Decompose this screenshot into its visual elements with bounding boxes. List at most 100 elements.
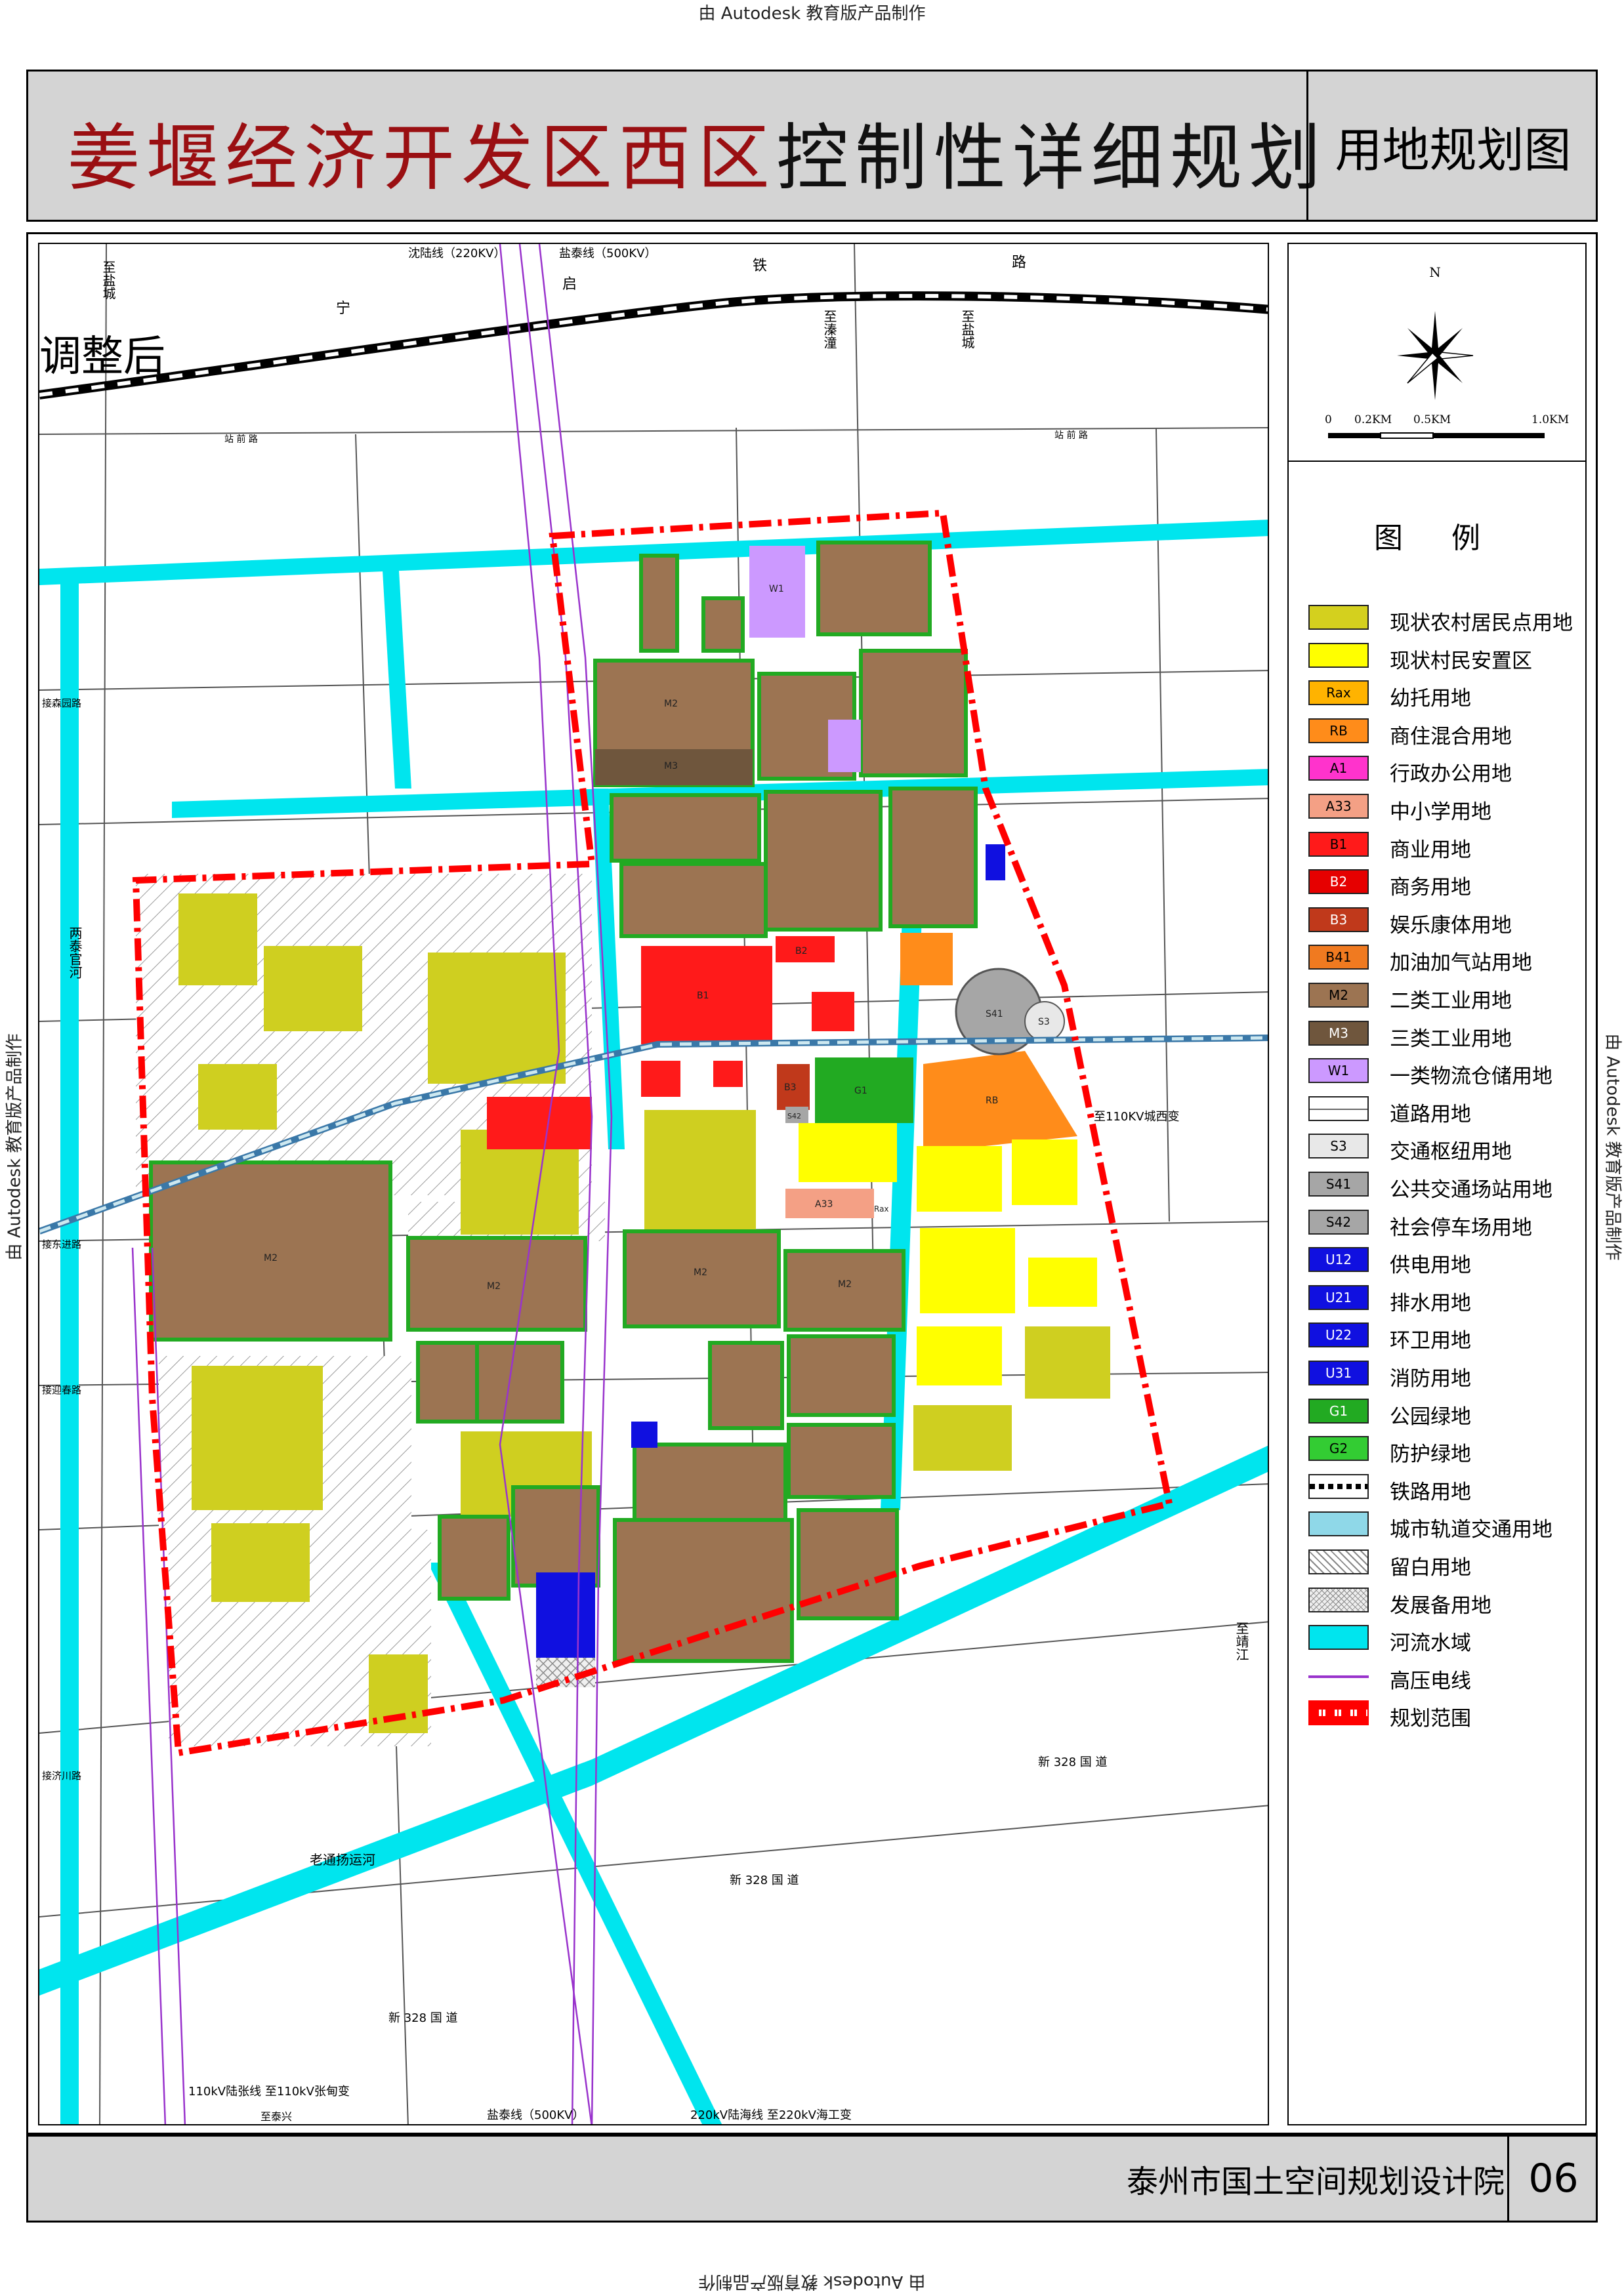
compass-north-label: N (1429, 264, 1441, 280)
legend-swatch: U31 (1308, 1361, 1369, 1385)
legend-swatch: U21 (1308, 1284, 1369, 1310)
legend-swatch (1308, 1473, 1369, 1499)
legend-item: A1 行政办公用地 (1308, 756, 1584, 786)
label-to-qintong: 至溱潼 (822, 310, 837, 349)
legend-item: U31 消防用地 (1308, 1361, 1584, 1391)
label-river-laotong: 老通扬运河 (310, 1852, 375, 1868)
code-m3: M3 (664, 761, 678, 771)
legend-swatch: M2 (1308, 983, 1369, 1008)
legend-swatch: B41 (1308, 945, 1369, 970)
legend-item: M3 三类工业用地 (1308, 1020, 1584, 1051)
label-road-jieying: 接迎春路 (42, 1384, 81, 1396)
legend-item: Rax 幼托用地 (1308, 680, 1584, 710)
legend-item: U22 环卫用地 (1308, 1322, 1584, 1353)
legend-label: 交通枢纽用地 (1390, 1140, 1512, 1164)
code-b1: B1 (697, 991, 709, 1001)
legend-item: 铁路用地 (1308, 1473, 1584, 1504)
label-road-new328-c: 新 328 国 道 (388, 2011, 458, 2025)
legend-label: 一类物流仓储用地 (1390, 1065, 1552, 1089)
label-rail-lu: 路 (1012, 255, 1026, 271)
map-canvas[interactable]: 沈陆线（220KV） 盐泰线（500KV） 宁 启 铁 路 至盐城 至溱潼 至盐… (39, 244, 1269, 2125)
code-m2-2: M2 (487, 1281, 501, 1292)
label-rail-tie: 铁 (753, 258, 767, 274)
watermark-left: 由 Autodesk 教育版产品制作 (5, 1033, 25, 1261)
legend-item: B3 娱乐康体用地 (1308, 907, 1584, 937)
label-shenlu-line: 沈陆线（220KV） (408, 247, 505, 260)
legend-item: 河流水域 (1308, 1625, 1584, 1655)
code-b3: B3 (784, 1082, 797, 1093)
legend-item: S41 公共交通场站用地 (1308, 1172, 1584, 1202)
legend-label: 三类工业用地 (1390, 1027, 1512, 1051)
label-river-liangtai: 两泰官河 (67, 926, 83, 979)
legend-item: B41 加油加气站用地 (1308, 945, 1584, 975)
legend-item: 规划范围 (1308, 1700, 1584, 1731)
legend-swatch (1308, 1662, 1369, 1688)
legend-swatch: U12 (1308, 1247, 1369, 1273)
legend-label: 社会停车场用地 (1390, 1216, 1532, 1240)
legend-swatch: S41 (1308, 1172, 1369, 1197)
legend-item: U21 排水用地 (1308, 1284, 1584, 1315)
label-yantai-line-top: 盐泰线（500KV） (559, 247, 656, 260)
legend-item: M2 二类工业用地 (1308, 983, 1584, 1013)
legend-label: 公共交通场站用地 (1390, 1178, 1552, 1202)
mixed-use-rb-south (923, 1051, 1077, 1153)
legend-label: 行政办公用地 (1390, 762, 1512, 787)
legend-label: 幼托用地 (1390, 687, 1471, 711)
label-to-taixing: 至泰兴 (260, 2110, 292, 2123)
label-road-new328-b: 新 328 国 道 (730, 1874, 799, 1887)
legend-swatch: U22 (1308, 1322, 1369, 1348)
legend-swatch (1308, 1625, 1369, 1650)
compass-rose-icon (1397, 311, 1474, 400)
code-w1: W1 (769, 584, 784, 594)
legend-label: 防护绿地 (1390, 1443, 1471, 1467)
scale-label-2: 0.5KM (1413, 413, 1451, 426)
code-s3: S3 (1038, 1017, 1050, 1027)
legend-label: 铁路用地 (1390, 1480, 1471, 1504)
legend-swatch: S3 (1308, 1134, 1369, 1159)
legend-swatch (1308, 1096, 1369, 1121)
legend-item: U12 供电用地 (1308, 1247, 1584, 1277)
code-rb: RB (986, 1096, 998, 1106)
scale-label-3: 1.0KM (1531, 413, 1570, 426)
label-to-jingjiang: 至靖江 (1234, 1622, 1249, 1661)
label-road-jiedong: 接东进路 (42, 1239, 81, 1250)
legend-label: 二类工业用地 (1390, 989, 1512, 1013)
legend-swatch: G1 (1308, 1398, 1369, 1424)
code-m2-5: M2 (664, 699, 678, 709)
legend-item: 发展备用地 (1308, 1587, 1584, 1618)
legend-swatch (1308, 1511, 1369, 1537)
legend-item: S3 交通枢纽用地 (1308, 1134, 1584, 1164)
legend-panel: N 0 0.2KM 0.5KM 1.0KM 图 例 现状农村居民点用地 现状村民安… (1287, 243, 1587, 2125)
code-rax: Rax (874, 1204, 889, 1214)
legend-item: A33 中小学用地 (1308, 794, 1584, 824)
footer-organization: 泰州市国土空间规划设计院 (1126, 2163, 1505, 2200)
legend-swatch: G2 (1308, 1436, 1369, 1462)
legend-label: 城市轨道交通用地 (1390, 1518, 1552, 1542)
legend-label: 公园绿地 (1390, 1404, 1471, 1429)
legend-swatch (1308, 1549, 1369, 1574)
legend-item: B1 商业用地 (1308, 831, 1584, 862)
legend-swatch: S42 (1308, 1209, 1369, 1235)
legend-label: 现状村民安置区 (1390, 649, 1532, 673)
label-rail-ning: 宁 (336, 300, 350, 317)
legend-label: 加油加气站用地 (1390, 951, 1532, 975)
legend-label: 规划范围 (1390, 1707, 1471, 1731)
legend-label: 消防用地 (1390, 1367, 1471, 1391)
legend-swatch: W1 (1308, 1058, 1369, 1084)
legend-swatch: B2 (1308, 869, 1369, 895)
legend-swatch: RB (1308, 718, 1369, 743)
title-bar: 姜堰经济开发区西区控制性详细规划 用地规划图 (26, 70, 1598, 222)
label-line-220kv: 220kV陆海线 至220kV海工变 (690, 2108, 852, 2122)
map-title-type: 控制性详细规划 (776, 116, 1327, 200)
legend-swatch: A33 (1308, 794, 1369, 819)
legend-swatch (1308, 1587, 1369, 1612)
legend-swatch: B3 (1308, 907, 1369, 932)
code-a33: A33 (815, 1199, 833, 1210)
map-subtitle: 用地规划图 (1335, 122, 1572, 178)
land-use-map[interactable]: 沈陆线（220KV） 盐泰线（500KV） 宁 启 铁 路 至盐城 至溱潼 至盐… (38, 243, 1269, 2125)
legend-label: 商务用地 (1390, 876, 1471, 900)
legend-divider (1289, 461, 1585, 462)
code-m2-4: M2 (838, 1279, 852, 1290)
legend-item: 留白用地 (1308, 1549, 1584, 1580)
legend-item: 城市轨道交通用地 (1308, 1511, 1584, 1542)
